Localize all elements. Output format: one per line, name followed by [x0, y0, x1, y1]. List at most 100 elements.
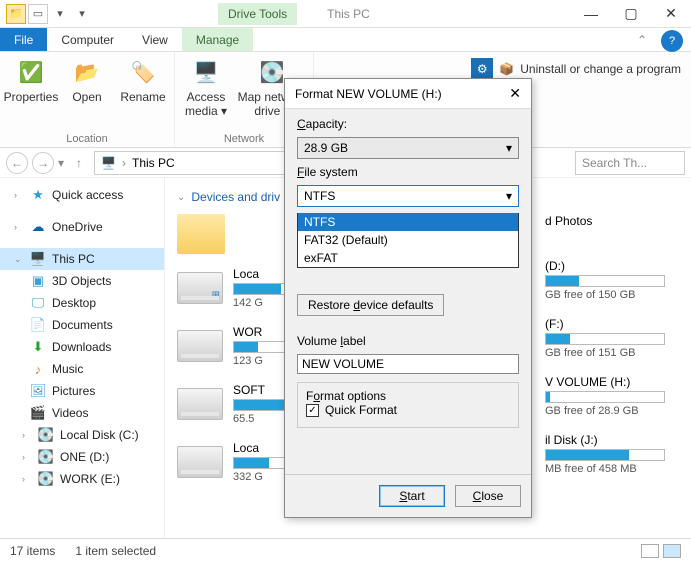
settings-icon[interactable]: ⚙ — [471, 58, 493, 80]
large-icons-view-icon[interactable] — [663, 544, 681, 558]
pc-icon: 🖥️ — [30, 251, 46, 267]
fs-option-ntfs[interactable]: NTFS — [298, 213, 518, 231]
ribbon-group-location: ✅Properties 📂Open 🏷️Rename Location — [0, 52, 175, 147]
sidebar-label: Pictures — [52, 384, 95, 398]
drive-item[interactable]: (D:)GB free of 150 GB — [545, 258, 691, 302]
search-box[interactable]: Search Th... — [575, 151, 685, 175]
pictures-icon: 🖼 — [30, 383, 46, 399]
up-button[interactable]: ↑ — [68, 152, 90, 174]
group-label-network: Network — [224, 133, 264, 145]
sidebar-local-c[interactable]: ›💽Local Disk (C:) — [0, 424, 164, 446]
sidebar-quick-access[interactable]: ›★Quick access — [0, 184, 164, 206]
uninstall-link[interactable]: Uninstall or change a program — [520, 62, 681, 76]
sidebar-onedrive[interactable]: ›☁OneDrive — [0, 216, 164, 238]
sidebar-downloads[interactable]: ⬇ Downloads — [0, 336, 164, 358]
sidebar-3d-objects[interactable]: ▣3D Objects — [0, 270, 164, 292]
drive-icon: 💽 — [38, 449, 54, 465]
sidebar-label: Documents — [52, 318, 113, 332]
rename-button[interactable]: 🏷️Rename — [118, 56, 168, 133]
close-button[interactable]: ✕ — [651, 0, 691, 28]
downloads-icon: ⬇ — [30, 339, 46, 355]
dialog-titlebar: Format NEW VOLUME (H:) ✕ — [285, 79, 531, 109]
volume-label-label: Volume label — [297, 334, 519, 348]
fs-option-exfat[interactable]: exFAT — [298, 249, 518, 267]
explorer-icon[interactable]: 📁 — [6, 4, 26, 24]
drive-icon — [177, 388, 223, 420]
drive-icon — [177, 446, 223, 478]
filesystem-label: File system — [297, 165, 519, 179]
drive-free: GB free of 28.9 GB — [545, 405, 665, 417]
properties-button[interactable]: ✅Properties — [6, 56, 56, 133]
drive-item[interactable]: V VOLUME (H:)GB free of 28.9 GB — [545, 374, 691, 418]
capacity-label: Capacity: — [297, 117, 519, 131]
fs-option-fat32[interactable]: FAT32 (Default) — [298, 231, 518, 249]
ribbon-tabs: File Computer View Manage ⌃ ? — [0, 28, 691, 52]
access-media-label: Access media ▾ — [181, 90, 231, 118]
qat-customize-icon[interactable]: ▾ — [72, 4, 92, 24]
format-dialog: Format NEW VOLUME (H:) ✕ Capacity: 28.9 … — [284, 78, 532, 518]
status-selected: 1 item selected — [75, 544, 156, 558]
dialog-close-button[interactable]: ✕ — [509, 85, 521, 102]
minimize-button[interactable]: ― — [571, 0, 611, 28]
qat-new-icon[interactable]: ▾ — [50, 4, 70, 24]
ribbon-collapse-chevron[interactable]: ⌃ — [631, 33, 653, 47]
qat-properties-icon[interactable]: ▭ — [28, 4, 48, 24]
uninstall-icon[interactable]: 📦 — [499, 62, 514, 76]
drive-name: il Disk (J:) — [545, 433, 665, 447]
folder-label[interactable]: d Photos — [545, 214, 691, 228]
desktop-icon: 🖵 — [30, 295, 46, 311]
media-icon: 🖥️ — [190, 56, 222, 88]
tab-manage[interactable]: Manage — [182, 28, 253, 51]
tab-file[interactable]: File — [0, 28, 47, 51]
sidebar-label: This PC — [52, 252, 95, 266]
group-label-location: Location — [66, 133, 108, 145]
sidebar-documents[interactable]: 📄 Documents — [0, 314, 164, 336]
details-view-icon[interactable] — [641, 544, 659, 558]
quick-format-checkbox[interactable]: ✓ Quick Format — [306, 403, 510, 417]
back-button[interactable]: ← — [6, 152, 28, 174]
drive-free: GB free of 151 GB — [545, 347, 665, 359]
start-button[interactable]: Start — [379, 485, 445, 507]
access-media-button[interactable]: 🖥️Access media ▾ — [181, 56, 231, 133]
sidebar-label: Local Disk (C:) — [60, 428, 139, 442]
volume-label-input[interactable] — [297, 354, 519, 374]
drive-name: (D:) — [545, 259, 665, 273]
navigation-pane: ›★Quick access ›☁OneDrive ⌄🖥️This PC ▣3D… — [0, 178, 165, 538]
sidebar-one-d[interactable]: ›💽ONE (D:) — [0, 446, 164, 468]
sidebar-desktop[interactable]: 🖵Desktop — [0, 292, 164, 314]
section-label: Devices and driv — [191, 190, 280, 204]
sidebar-work-e[interactable]: ›💽WORK (E:) — [0, 468, 164, 490]
sidebar-pictures[interactable]: 🖼 Pictures — [0, 380, 164, 402]
sidebar-music[interactable]: ♪Music — [0, 358, 164, 380]
help-icon[interactable]: ? — [661, 30, 683, 52]
titlebar: 📁 ▭ ▾ ▾ Drive Tools This PC ― ▢ ✕ — [0, 0, 691, 28]
capacity-select[interactable]: 28.9 GB▾ — [297, 137, 519, 159]
drive-free: MB free of 458 MB — [545, 463, 665, 475]
tab-view[interactable]: View — [128, 28, 182, 51]
tab-computer[interactable]: Computer — [47, 28, 128, 51]
filesystem-select[interactable]: NTFS▾ — [297, 185, 519, 207]
sidebar-label: Downloads — [52, 340, 111, 354]
drive-item[interactable]: il Disk (J:) MB free of 458 MB — [545, 432, 691, 476]
drive-icon: 💽 — [38, 471, 54, 487]
close-dialog-button[interactable]: Close — [455, 485, 521, 507]
star-icon: ★ — [30, 187, 46, 203]
ribbon-system-group: ⚙ 📦 Uninstall or change a program — [471, 58, 681, 80]
filesystem-value: NTFS — [304, 189, 335, 203]
drive-name: (F:) — [545, 317, 665, 331]
drive-item[interactable]: (F:) GB free of 151 GB — [545, 316, 691, 360]
drive-icon: 💽 — [38, 427, 54, 443]
format-options-group: Format options ✓ Quick Format — [297, 382, 519, 428]
documents-icon: 📄 — [30, 317, 46, 333]
folder-thumbnail[interactable] — [177, 214, 225, 254]
sidebar-this-pc[interactable]: ⌄🖥️This PC — [0, 248, 164, 270]
restore-defaults-button[interactable]: Restore device defaults — [297, 294, 444, 316]
recent-button[interactable]: ▾ — [58, 156, 64, 170]
format-options-label: Format options — [306, 389, 510, 403]
checkbox-icon: ✓ — [306, 404, 319, 417]
sidebar-videos[interactable]: 🎬Videos — [0, 402, 164, 424]
search-placeholder: Search Th... — [582, 156, 647, 170]
maximize-button[interactable]: ▢ — [611, 0, 651, 28]
open-button[interactable]: 📂Open — [62, 56, 112, 133]
forward-button[interactable]: → — [32, 152, 54, 174]
